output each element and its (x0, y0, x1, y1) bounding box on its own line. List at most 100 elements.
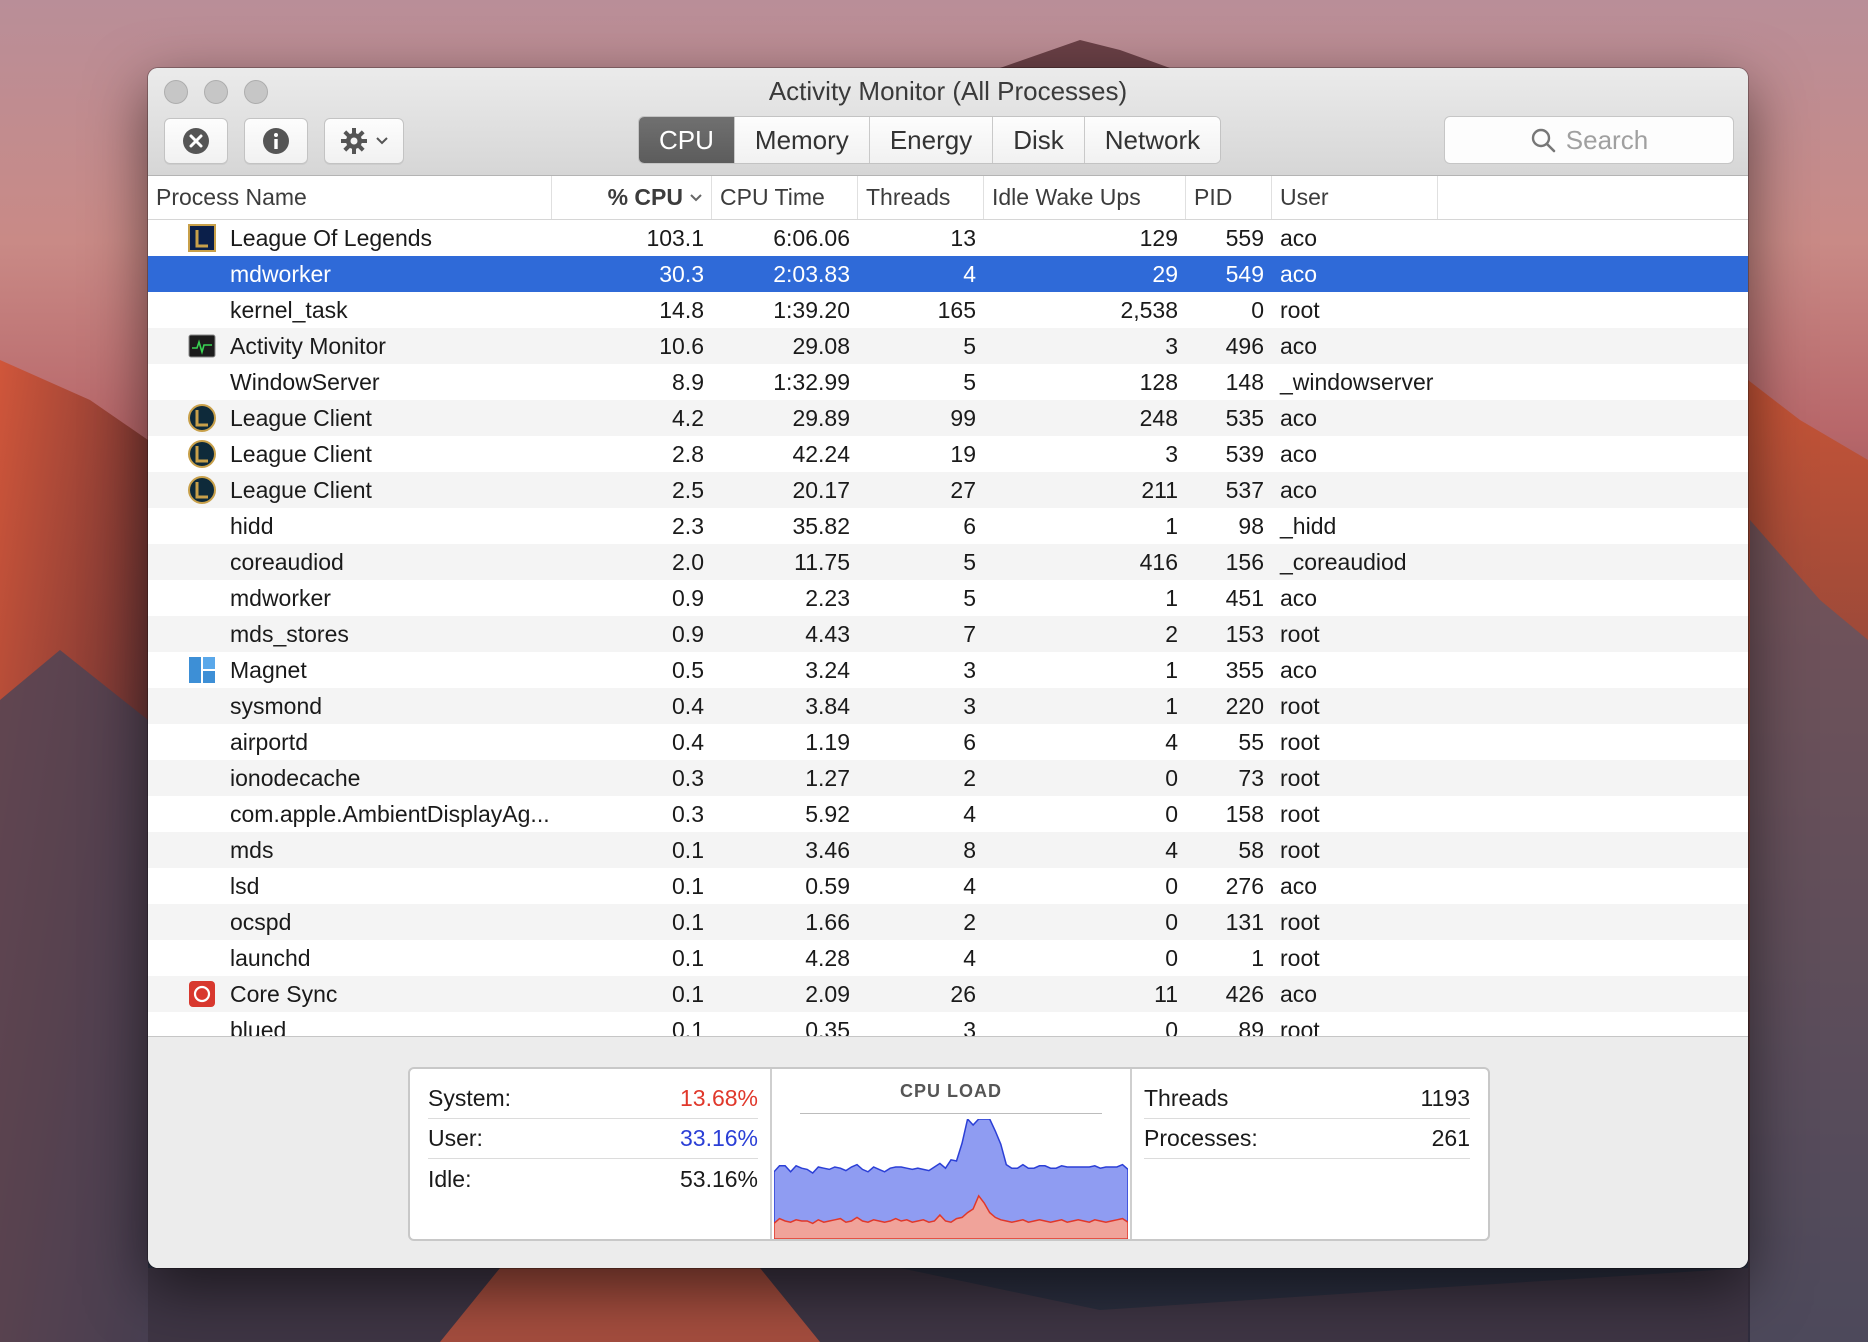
stat-threads: Threads 1193 (1144, 1079, 1470, 1119)
cpu-percent-cell: 4.2 (672, 404, 704, 431)
stop-process-button[interactable] (164, 118, 228, 164)
table-row[interactable]: mds 0.1 3.46 8 4 58 root (148, 832, 1748, 868)
cpu-percent-cell: 0.3 (672, 764, 704, 791)
table-row[interactable]: airportd 0.4 1.19 6 4 55 root (148, 724, 1748, 760)
threads-cell: 6 (963, 512, 976, 539)
tab-memory[interactable]: Memory (733, 117, 869, 163)
col-pid[interactable]: PID (1186, 176, 1272, 219)
idle-wake-ups-cell: 3 (1165, 332, 1178, 359)
col-cpu-time[interactable]: CPU Time (712, 176, 858, 219)
cpu-percent-cell: 0.4 (672, 728, 704, 755)
table-row[interactable]: blued 0.1 0.35 3 0 89 root (148, 1012, 1748, 1036)
col-threads[interactable]: Threads (858, 176, 984, 219)
blank-icon (188, 368, 216, 396)
table-row[interactable]: mdworker 0.9 2.23 5 1 451 aco (148, 580, 1748, 616)
cpu-time-cell: 0.59 (805, 872, 850, 899)
table-row[interactable]: mdworker 30.3 2:03.83 4 29 549 aco (148, 256, 1748, 292)
user-cell: aco (1280, 224, 1318, 251)
table-row[interactable]: com.apple.AmbientDisplayAg... 0.3 5.92 4 0 15… (148, 796, 1748, 832)
process-table: Process Name % CPU CPU Time Threads Idle… (148, 176, 1748, 1036)
table-row[interactable]: Magnet 0.5 3.24 3 1 355 aco (148, 652, 1748, 688)
stat-processes-label: Processes: (1144, 1125, 1258, 1151)
idle-wake-ups-cell: 11 (1154, 980, 1178, 1007)
process-name-cell: League Of Legends (148, 224, 552, 252)
threads-cell: 13 (950, 224, 976, 251)
stat-system-value: 13.68% (679, 1085, 758, 1111)
process-name: com.apple.AmbientDisplayAg... (230, 800, 550, 827)
tab-network[interactable]: Network (1083, 117, 1221, 163)
pid-cell: 355 (1225, 656, 1264, 683)
col-cpu-percent[interactable]: % CPU (552, 176, 712, 219)
cpu-summary-bar: System: 13.68% User: 33.16% Idle: 53.16%… (148, 1036, 1748, 1268)
cpu-percent-cell: 0.1 (672, 1016, 704, 1037)
pid-cell: 73 (1238, 764, 1264, 791)
process-name: sysmond (230, 692, 323, 719)
process-name-cell: mdworker (148, 584, 552, 612)
blank-icon (188, 692, 216, 720)
user-cell: root (1280, 944, 1320, 971)
table-row[interactable]: League Client 2.8 42.24 19 3 539 aco (148, 436, 1748, 472)
threads-cell: 19 (950, 440, 976, 467)
cpu-percent-cell: 0.1 (672, 944, 704, 971)
table-row[interactable]: Core Sync 0.1 2.09 26 11 426 aco (148, 976, 1748, 1012)
table-row[interactable]: Activity Monitor 10.6 29.08 5 3 496 aco (148, 328, 1748, 364)
table-row[interactable]: mds_stores 0.9 4.43 7 2 153 root (148, 616, 1748, 652)
pid-cell: 549 (1225, 260, 1264, 287)
inspect-process-button[interactable] (244, 118, 308, 164)
user-cell: aco (1280, 872, 1318, 899)
cpu-time-cell: 29.08 (792, 332, 850, 359)
blank-icon (188, 800, 216, 828)
col-user[interactable]: User (1272, 176, 1438, 219)
process-name: League Client (230, 476, 372, 503)
process-name: Activity Monitor (230, 332, 386, 359)
pid-cell: 0 (1251, 296, 1264, 323)
table-row[interactable]: sysmond 0.4 3.84 3 1 220 root (148, 688, 1748, 724)
table-row[interactable]: hidd 2.3 35.82 6 1 98 _hidd (148, 508, 1748, 544)
cpu-time-cell: 20.17 (792, 476, 850, 503)
threads-cell: 4 (963, 944, 976, 971)
blank-icon (188, 548, 216, 576)
user-cell: root (1280, 692, 1320, 719)
search-placeholder: Search (1565, 124, 1649, 155)
idle-wake-ups-cell: 4 (1165, 836, 1178, 863)
cpu-time-cell: 2.23 (805, 584, 850, 611)
search-input[interactable]: Search (1444, 116, 1734, 164)
table-row[interactable]: coreaudiod 2.0 11.75 5 416 156 _coreaudiod (148, 544, 1748, 580)
process-name: mds_stores (230, 620, 349, 647)
title-bar: Activity Monitor (All Processes) CPU Mem… (148, 68, 1748, 176)
threads-cell: 4 (963, 872, 976, 899)
process-name-cell: ocspd (148, 908, 552, 936)
tab-energy[interactable]: Energy (868, 117, 993, 163)
blank-icon (188, 764, 216, 792)
table-row[interactable]: League Client 2.5 20.17 27 211 537 aco (148, 472, 1748, 508)
stat-user-value: 33.16% (679, 1125, 758, 1151)
threads-cell: 5 (963, 332, 976, 359)
table-row[interactable]: ionodecache 0.3 1.27 2 0 73 root (148, 760, 1748, 796)
user-cell: root (1280, 764, 1320, 791)
process-name: mdworker (230, 584, 331, 611)
action-menu-button[interactable] (324, 118, 404, 164)
stat-idle-value: 53.16% (679, 1165, 758, 1192)
blank-icon (188, 1016, 216, 1036)
cpu-load-divider (800, 1113, 1102, 1114)
pid-cell: 1 (1251, 944, 1264, 971)
stat-idle: Idle: 53.16% (428, 1159, 758, 1199)
table-row[interactable]: League Client 4.2 29.89 99 248 535 aco (148, 400, 1748, 436)
table-row[interactable]: League Of Legends 103.1 6:06.06 13 129 559 aco (148, 220, 1748, 256)
table-row[interactable]: WindowServer 8.9 1:32.99 5 128 148 _windowserv… (148, 364, 1748, 400)
cpu-percent-cell: 0.9 (672, 620, 704, 647)
cpu-load-title: CPU LOAD (900, 1081, 1002, 1101)
table-row[interactable]: ocspd 0.1 1.66 2 0 131 root (148, 904, 1748, 940)
col-process-name[interactable]: Process Name (148, 176, 552, 219)
cpu-time-cell: 1.27 (805, 764, 850, 791)
threads-cell: 27 (950, 476, 976, 503)
process-name-cell: mds_stores (148, 620, 552, 648)
table-row[interactable]: lsd 0.1 0.59 4 0 276 aco (148, 868, 1748, 904)
col-idle-wake-ups[interactable]: Idle Wake Ups (984, 176, 1186, 219)
table-row[interactable]: kernel_task 14.8 1:39.20 165 2,538 0 root (148, 292, 1748, 328)
stop-process-icon (183, 128, 209, 154)
idle-wake-ups-cell: 1 (1165, 584, 1178, 611)
table-row[interactable]: launchd 0.1 4.28 4 0 1 root (148, 940, 1748, 976)
tab-cpu[interactable]: CPU (639, 117, 734, 163)
tab-disk[interactable]: Disk (992, 117, 1084, 163)
